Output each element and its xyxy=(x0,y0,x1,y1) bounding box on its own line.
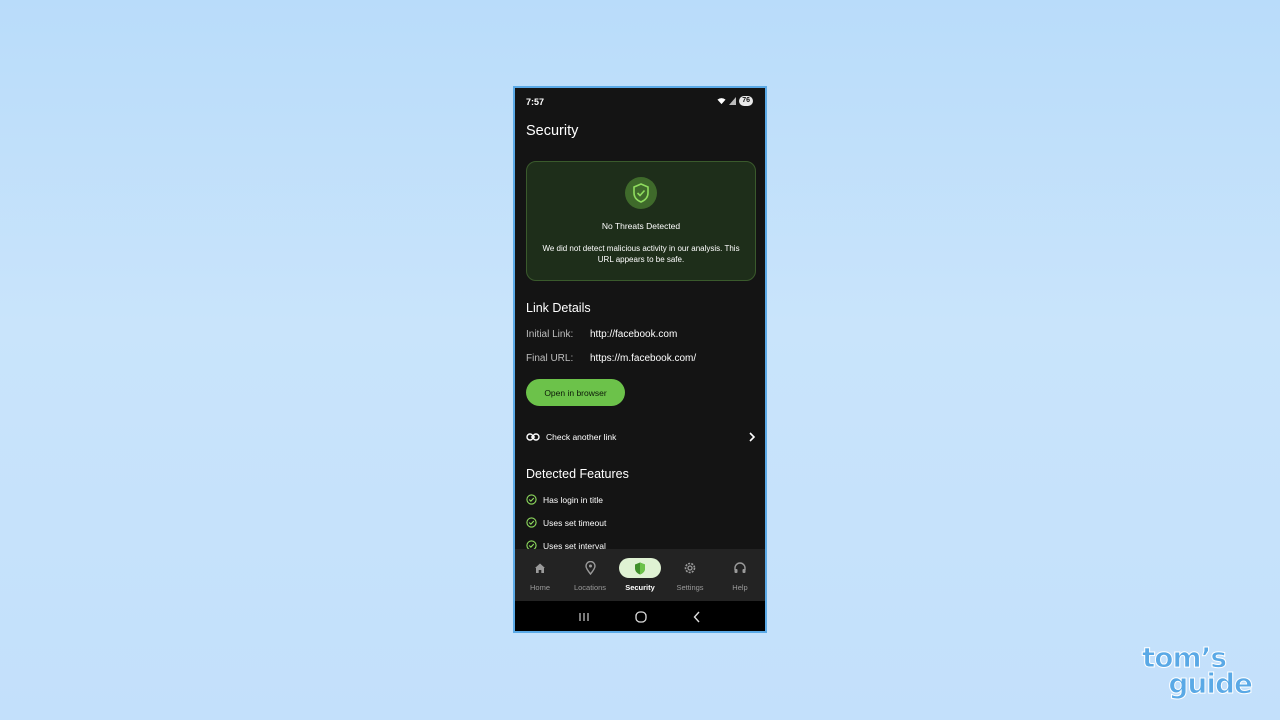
check-another-link-row[interactable]: Check another link xyxy=(526,428,756,446)
gear-icon xyxy=(665,557,715,579)
battery-indicator: 76 xyxy=(739,96,753,106)
status-time: 7:57 xyxy=(526,97,545,107)
system-nav-bar xyxy=(515,601,765,631)
page-title: Security xyxy=(526,123,579,139)
result-description: We did not detect malicious activity in … xyxy=(542,244,740,264)
detected-features-heading: Detected Features xyxy=(526,467,629,481)
wifi-icon xyxy=(717,98,726,105)
shield-icon xyxy=(619,558,661,578)
nav-locations[interactable]: Locations xyxy=(565,549,615,601)
phone-screen: 7:57 76 Security No Threats Detected We … xyxy=(513,86,767,633)
shield-check-icon xyxy=(625,177,657,209)
nav-settings-label: Settings xyxy=(676,583,704,592)
status-bar: 7:57 76 xyxy=(515,88,765,114)
feature-label: Has login in title xyxy=(543,494,604,505)
signal-icon xyxy=(729,97,737,105)
back-icon[interactable] xyxy=(692,611,702,623)
result-title: No Threats Detected xyxy=(601,221,681,231)
check-circle-icon xyxy=(526,494,537,505)
home-button-icon[interactable] xyxy=(635,611,647,623)
initial-link-value: http://facebook.com xyxy=(590,329,678,340)
scan-result-card: No Threats Detected We did not detect ma… xyxy=(526,161,756,281)
logo-line-2: guide xyxy=(1168,667,1254,700)
link-details-heading: Link Details xyxy=(526,301,591,315)
nav-security-label: Security xyxy=(625,583,655,592)
location-pin-icon xyxy=(565,557,615,579)
home-icon xyxy=(515,557,565,579)
check-circle-icon xyxy=(526,517,537,528)
status-icons: 76 xyxy=(717,96,753,106)
nav-security[interactable]: Security xyxy=(615,549,665,601)
link-icon xyxy=(526,433,540,441)
feature-label: Uses set timeout xyxy=(543,517,607,528)
headset-icon xyxy=(715,557,765,579)
feature-item: Uses set timeout xyxy=(526,517,606,528)
nav-help[interactable]: Help xyxy=(715,549,765,601)
feature-item: Has login in title xyxy=(526,494,603,505)
chevron-right-icon xyxy=(749,432,756,442)
bottom-nav: Home Locations Security Settings Help xyxy=(515,549,765,601)
nav-home[interactable]: Home xyxy=(515,549,565,601)
initial-link-row: Initial Link: http://facebook.com xyxy=(526,329,677,340)
toms-guide-logo: tom’s guide xyxy=(1141,643,1254,700)
check-another-link-label: Check another link xyxy=(546,432,617,442)
nav-help-label: Help xyxy=(732,583,748,592)
initial-link-label: Initial Link: xyxy=(526,329,574,340)
final-url-row: Final URL: https://m.facebook.com/ xyxy=(526,353,696,364)
nav-locations-label: Locations xyxy=(573,583,607,592)
nav-settings[interactable]: Settings xyxy=(665,549,715,601)
recent-apps-icon[interactable] xyxy=(578,612,590,622)
nav-home-label: Home xyxy=(529,583,550,592)
final-url-label: Final URL: xyxy=(526,353,574,364)
open-in-browser-button[interactable]: Open in browser xyxy=(526,379,625,406)
final-url-value: https://m.facebook.com/ xyxy=(590,353,697,364)
